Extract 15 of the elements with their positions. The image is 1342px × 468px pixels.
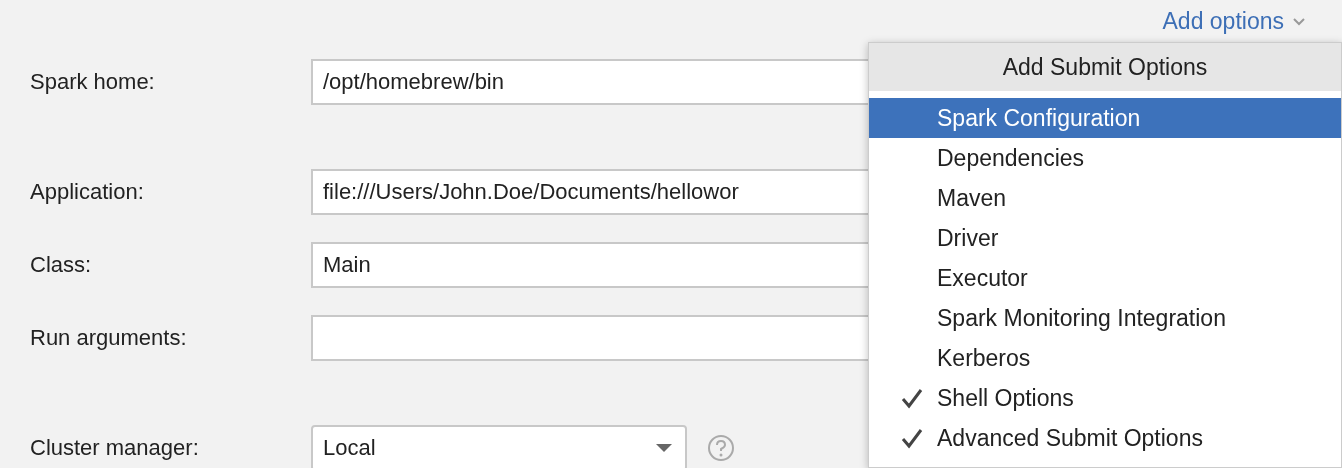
field-label: Cluster manager: — [29, 435, 200, 461]
menu-item[interactable]: Advanced Submit Options — [869, 418, 1341, 458]
menu-item[interactable]: Spark Monitoring Integration — [869, 298, 1341, 338]
add-options-link[interactable]: Add options — [1162, 7, 1284, 35]
chevron-down-icon — [1292, 17, 1306, 27]
field-label: Class: — [29, 252, 93, 278]
field-label: Application: — [29, 179, 145, 205]
dropdown[interactable]: Local — [311, 425, 687, 468]
field-label: Spark home: — [29, 69, 156, 95]
menu-item[interactable]: Kerberos — [869, 338, 1341, 378]
menu-item[interactable]: Spark Configuration — [869, 98, 1341, 138]
caret-icon — [655, 443, 673, 453]
menu-title: Add Submit Options — [869, 43, 1341, 91]
field-label: Run arguments: — [29, 325, 188, 351]
menu-item[interactable]: Shell Options — [869, 378, 1341, 418]
